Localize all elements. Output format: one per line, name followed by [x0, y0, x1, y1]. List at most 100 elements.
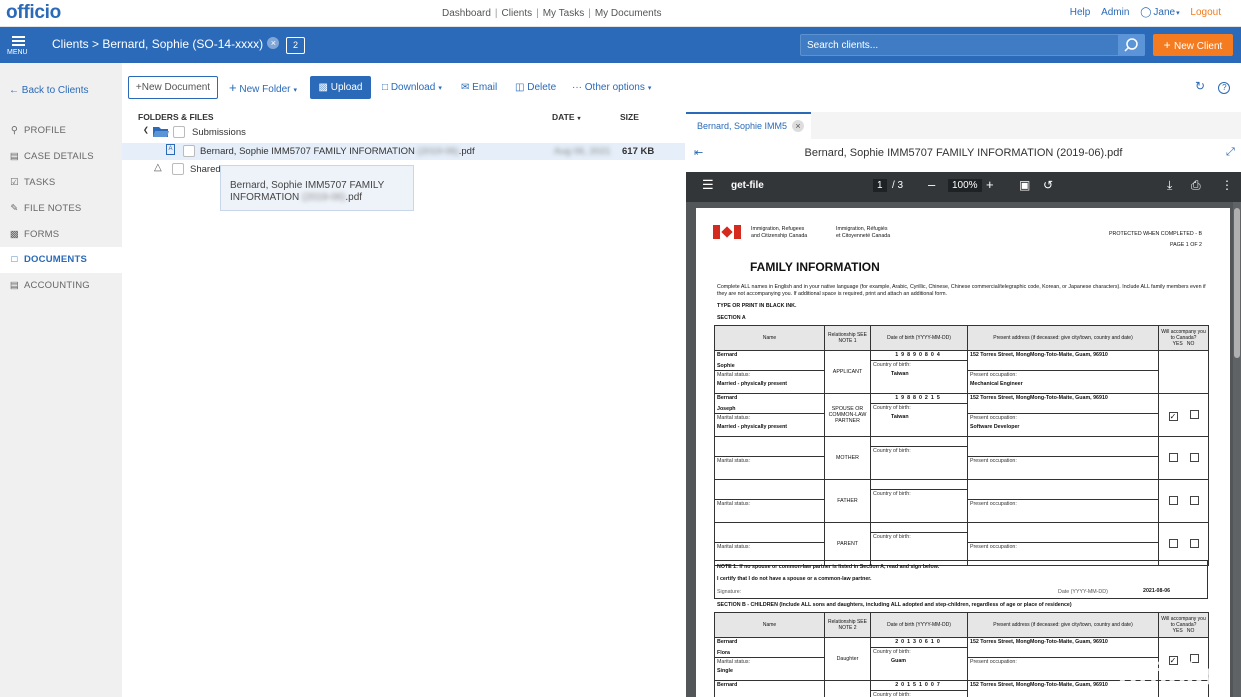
col-dob: Date of birth (YYYY-MM-DD) — [870, 325, 968, 351]
tooltip-redacted: (2019-06) — [302, 192, 346, 203]
close-tab-icon[interactable]: × — [792, 120, 804, 132]
zoom-in-icon[interactable]: + — [986, 177, 994, 192]
logout-link[interactable]: Logout — [1190, 7, 1221, 18]
accompany-yes-checkbox[interactable] — [1168, 452, 1178, 462]
folder-name: Submissions — [192, 127, 246, 138]
sidebar-item-forms[interactable]: ▩ FORMS — [0, 222, 122, 248]
occupation-label: Present occupation: — [970, 372, 1017, 378]
nav-my-documents[interactable]: My Documents — [595, 8, 662, 19]
scrollbar-thumb[interactable] — [1234, 208, 1240, 358]
accompany-cell — [1158, 436, 1209, 480]
download-button[interactable]: □ Download ▾ — [382, 76, 442, 99]
forms-icon: ▩ — [9, 229, 20, 240]
email-button[interactable]: ✉ Email — [461, 76, 497, 99]
help-link[interactable]: Help — [1070, 7, 1091, 18]
nav-dashboard[interactable]: Dashboard — [442, 8, 491, 19]
other-options-button[interactable]: ··· Other options ▾ — [572, 76, 651, 99]
preview-tab[interactable]: Bernard, Sophie IMM5 × — [686, 112, 811, 139]
hamburger-icon[interactable]: ☰ — [702, 177, 714, 193]
search-input[interactable] — [807, 38, 1107, 52]
folder-checkbox[interactable] — [173, 126, 185, 138]
section-a-table: Name Relationship SEE NOTE 1 Date of bir… — [714, 325, 1209, 566]
tasks-icon: ☑ — [10, 177, 19, 188]
page-of-text: PAGE 1 OF 2 — [1170, 242, 1202, 248]
more-options-icon[interactable]: ⋮ — [1221, 178, 1233, 192]
close-client-icon[interactable]: × — [267, 37, 280, 49]
user-menu[interactable]: ◯ Jane▾ — [1140, 7, 1179, 18]
user-icon: ◯ — [1140, 7, 1152, 18]
yes-label: YES — [1172, 628, 1183, 634]
type-print-note: TYPE OR PRINT IN BLACK INK. — [717, 303, 797, 309]
accompany-no-checkbox[interactable] — [1189, 452, 1199, 462]
officio-logo[interactable]: officio — [6, 2, 61, 24]
zoom-level[interactable]: 100% — [948, 179, 982, 192]
chevron-down-icon: ▾ — [1176, 10, 1180, 17]
sidebar-item-tasks[interactable]: ☑ TASKS — [0, 170, 122, 196]
print-icon[interactable]: ⎙ — [1191, 178, 1201, 193]
column-header-date[interactable]: DATE ▾ — [552, 112, 581, 122]
file-checkbox[interactable] — [183, 145, 195, 157]
sidebar-item-documents[interactable]: □ DOCUMENTS — [0, 247, 122, 273]
chevron-down-icon[interactable]: ❮ — [143, 126, 149, 134]
expand-icon[interactable]: ⤢ — [1226, 146, 1235, 159]
case-icon: ▤ — [9, 151, 20, 162]
caret-down-icon: ▾ — [293, 87, 298, 94]
file-name[interactable]: Bernard, Sophie IMM5707 FAMILY INFORMATI… — [200, 146, 475, 157]
new-folder-button[interactable]: + New Folder ▾ — [229, 76, 297, 99]
column-header-size[interactable]: SIZE — [620, 112, 639, 122]
marital-status: Married - physically present — [717, 381, 788, 387]
search-button[interactable] — [1118, 34, 1145, 56]
dob-value: 19880215 — [871, 394, 967, 404]
family-member-row: Marital status: FATHER Country of birth: Pr… — [714, 479, 1209, 523]
breadcrumb-text[interactable]: Clients > Bernard, Sophie (SO-14-xxxx) — [52, 37, 263, 51]
name-cell: Marital status: — [714, 436, 825, 480]
given-name — [715, 448, 824, 457]
accompany-no-checkbox[interactable] — [1189, 495, 1199, 505]
nav-my-tasks[interactable]: My Tasks — [543, 8, 585, 19]
accompany-no-checkbox[interactable] — [1189, 538, 1199, 548]
folder-row-submissions[interactable]: ❮ Submissions — [122, 124, 685, 141]
file-row[interactable]: A Bernard, Sophie IMM5707 FAMILY INFORMA… — [122, 143, 685, 160]
zoom-out-icon[interactable]: – — [928, 177, 935, 192]
admin-link[interactable]: Admin — [1101, 7, 1129, 18]
fit-page-icon[interactable]: ▣ — [1019, 178, 1030, 192]
file-date: Aug 06, 2021 — [554, 146, 611, 157]
family-member-row: Bernard Sophie Marital status: Married - ph… — [714, 350, 1209, 394]
present-address: 152 Torres Street, MongMong-Toto-Maite, … — [968, 394, 1158, 414]
help-icon[interactable]: ? — [1218, 82, 1231, 94]
accompany-no-checkbox[interactable] — [1189, 409, 1199, 419]
sidebar-item-accounting[interactable]: ▤ ACCOUNTING — [0, 273, 122, 299]
accompany-yes-checkbox[interactable] — [1168, 538, 1178, 548]
breadcrumb: Clients > Bernard, Sophie (SO-14-xxxx) × — [52, 37, 280, 51]
download-icon[interactable]: ⤓ — [1167, 178, 1172, 193]
tooltip-line-2: INFORMATION (2019-06).pdf — [230, 192, 404, 204]
new-client-button[interactable]: + New Client — [1153, 34, 1233, 56]
new-document-button[interactable]: +New Document — [128, 76, 218, 99]
nav-clients[interactable]: Clients — [502, 8, 533, 19]
present-address: 152 Torres Street, MongMong-Toto-Maite, … — [968, 638, 1158, 658]
page-number-input[interactable]: 1 — [873, 179, 887, 192]
menu-button[interactable]: MENU — [0, 27, 36, 63]
column-header-name[interactable]: FOLDERS & FILES — [138, 112, 214, 122]
pdf-scrollbar[interactable] — [1233, 202, 1241, 697]
folder-checkbox[interactable] — [172, 163, 184, 175]
accompany-yes-checkbox[interactable]: ✓ — [1168, 411, 1178, 421]
accompany-cell: ✓ — [1158, 393, 1209, 437]
calendar-icon[interactable]: 2 — [286, 37, 305, 54]
arrow-left-icon: ← — [9, 85, 19, 96]
delete-button[interactable]: ◫ Delete — [515, 76, 556, 99]
col-relationship: Relationship SEE NOTE 2 — [824, 612, 871, 638]
address-cell: 152 Torres Street, MongMong-Toto-Maite, … — [967, 393, 1159, 437]
sidebar-item-case-details[interactable]: ▤ CASE DETAILS — [0, 144, 122, 170]
notes-icon: ✎ — [10, 203, 19, 214]
marital-label: Marital status: — [717, 659, 750, 665]
back-to-clients-link[interactable]: ← Back to Clients — [9, 85, 88, 96]
dob-cell: 19890804 Country of birth: Taiwan — [870, 350, 968, 394]
upload-button[interactable]: ▩ Upload — [310, 76, 371, 99]
accompany-yes-checkbox[interactable] — [1168, 495, 1178, 505]
rotate-icon[interactable]: ↺ — [1043, 178, 1053, 192]
dob-cell: 20151007 Country of birth: — [870, 680, 968, 697]
refresh-icon[interactable]: ↻ — [1195, 79, 1205, 93]
sidebar-item-file-notes[interactable]: ✎ FILE NOTES — [0, 196, 122, 222]
sidebar-item-profile[interactable]: ⚲ PROFILE — [0, 118, 122, 144]
